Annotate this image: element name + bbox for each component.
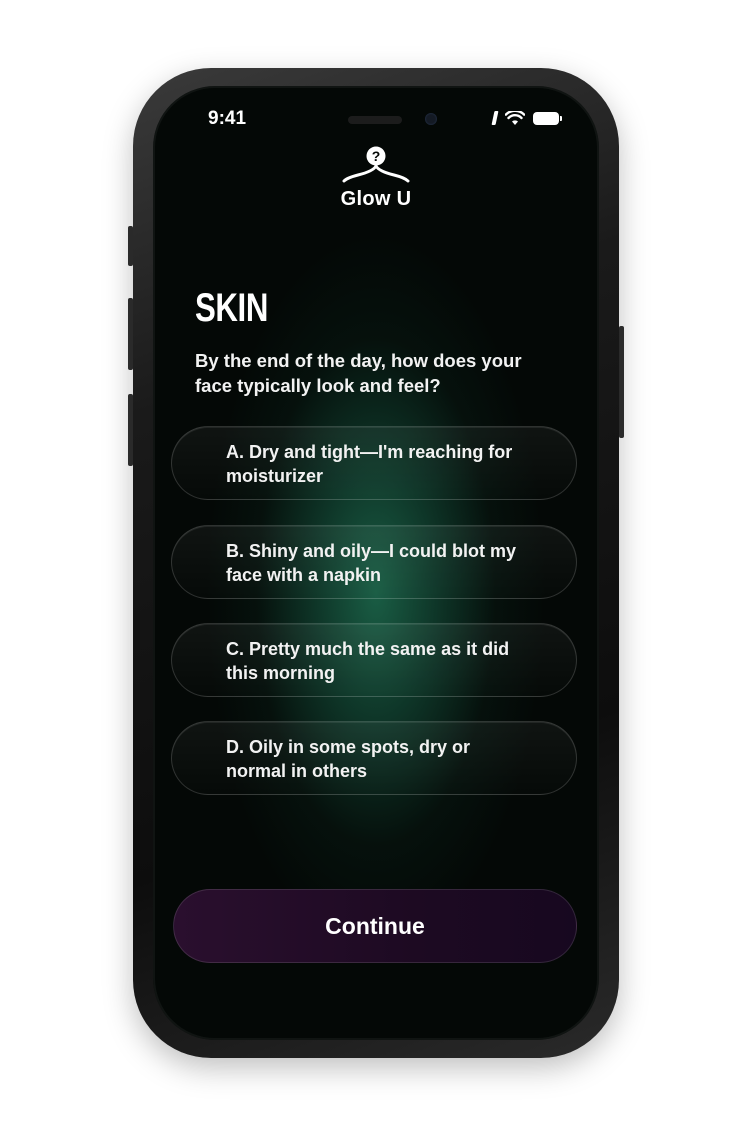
hanger-question-icon: ? bbox=[153, 144, 599, 184]
wifi-icon bbox=[505, 110, 525, 126]
section-title: SKIN bbox=[195, 286, 268, 330]
svg-text:?: ? bbox=[372, 148, 381, 164]
option-c[interactable]: C. Pretty much the same as it did this m… bbox=[171, 623, 577, 697]
option-label: C. Pretty much the same as it did this m… bbox=[226, 639, 510, 683]
option-label: B. Shiny and oily—I could blot my face w… bbox=[226, 541, 517, 585]
app-screen: 9:41 ? Glow U SKIN By the end of the day… bbox=[153, 86, 599, 1040]
mockup-stage: 9:41 ? Glow U SKIN By the end of the day… bbox=[0, 0, 750, 1125]
speaker-grille bbox=[348, 116, 402, 124]
silent-switch bbox=[128, 226, 133, 266]
status-time: 9:41 bbox=[208, 108, 247, 129]
phone-frame: 9:41 ? Glow U SKIN By the end of the day… bbox=[128, 68, 624, 1058]
battery-icon bbox=[533, 111, 562, 125]
option-label: D. Oily in some spots, dry or normal in … bbox=[226, 737, 471, 781]
brand-logo: ? Glow U bbox=[153, 144, 599, 211]
option-d[interactable]: D. Oily in some spots, dry or normal in … bbox=[171, 721, 577, 795]
option-a[interactable]: A. Dry and tight—I'm reaching for moistu… bbox=[171, 426, 577, 500]
option-label: A. Dry and tight—I'm reaching for moistu… bbox=[226, 442, 513, 486]
front-camera bbox=[425, 113, 437, 125]
continue-label: Continue bbox=[325, 912, 425, 939]
signal-icon bbox=[491, 111, 499, 125]
continue-button[interactable]: Continue bbox=[173, 889, 577, 963]
brand-name: Glow U bbox=[340, 188, 412, 210]
question-text: By the end of the day, how does your fac… bbox=[195, 350, 522, 396]
power-button bbox=[619, 326, 624, 438]
status-icons bbox=[491, 108, 562, 128]
option-b[interactable]: B. Shiny and oily—I could blot my face w… bbox=[171, 525, 577, 599]
volume-down-button bbox=[128, 394, 133, 466]
volume-up-button bbox=[128, 298, 133, 370]
